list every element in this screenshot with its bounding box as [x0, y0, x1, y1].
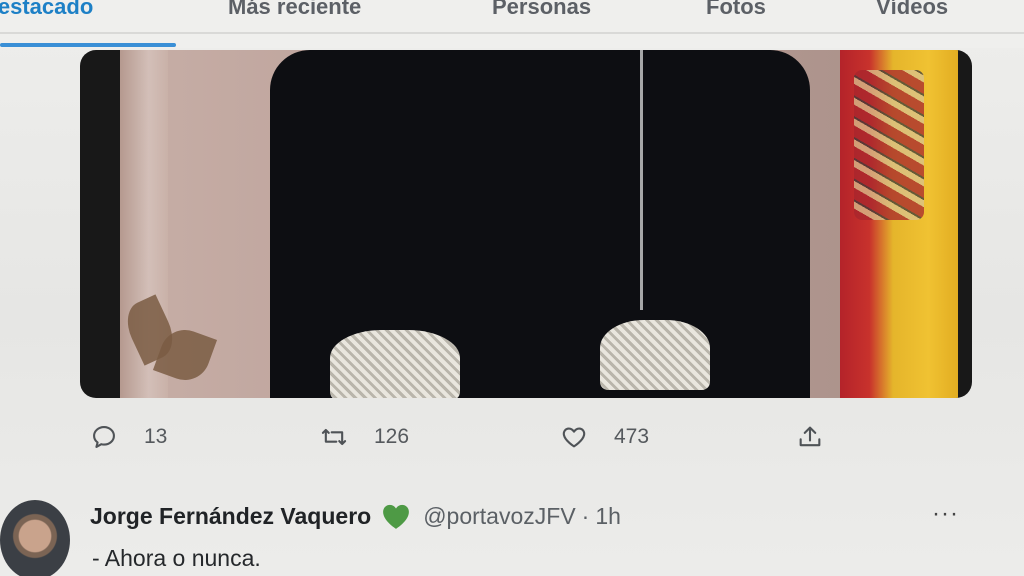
- tab-fotos[interactable]: Fotos: [706, 0, 766, 20]
- lace-cuff-right: [600, 320, 710, 390]
- search-tabs: Destacado Más reciente Personas Fotos Ví…: [0, 0, 1024, 48]
- like-count: 473: [614, 425, 650, 448]
- reply-count: 13: [144, 425, 168, 448]
- share-action[interactable]: [796, 422, 824, 452]
- retweet-count: 126: [374, 425, 410, 448]
- tweet-photo[interactable]: [80, 50, 972, 398]
- tweet-text: - Ahora o nunca.: [92, 545, 261, 571]
- green-heart-icon: [383, 504, 410, 529]
- spanish-flag: [840, 50, 958, 398]
- like-action[interactable]: 473: [560, 422, 649, 452]
- tab-videos[interactable]: Vídeos: [876, 0, 948, 20]
- tab-mas-reciente[interactable]: Más reciente: [228, 0, 361, 20]
- heart-icon: [562, 427, 586, 448]
- tweet-timestamp[interactable]: 1h: [595, 503, 621, 530]
- flag-coat-of-arms: [854, 70, 924, 220]
- author-avatar[interactable]: [0, 500, 70, 576]
- author-handle[interactable]: @portavozJFV: [423, 503, 575, 530]
- retweet-action[interactable]: 126: [320, 422, 409, 452]
- photo-content: [119, 50, 958, 398]
- twitter-search-results: Destacado Más reciente Personas Fotos Ví…: [0, 0, 1024, 576]
- reply-icon: [93, 426, 115, 448]
- more-options-icon[interactable]: ···: [932, 500, 959, 528]
- retweet-icon: [321, 428, 347, 446]
- tab-personas[interactable]: Personas: [492, 0, 591, 20]
- lace-cuff-left: [330, 330, 460, 398]
- black-robe: [270, 50, 810, 398]
- tab-destacado[interactable]: Destacado: [0, 0, 93, 20]
- tabs-divider: [0, 32, 1024, 34]
- tweet-author-line: Jorge Fernández Vaquero @portavozJFV · 1…: [90, 503, 621, 530]
- author-name[interactable]: Jorge Fernández Vaquero: [90, 503, 371, 530]
- meta-separator: ·: [581, 503, 590, 529]
- reply-action[interactable]: 13: [90, 422, 167, 452]
- robe-fold: [640, 50, 643, 310]
- share-icon: [799, 426, 821, 447]
- active-tab-indicator: [0, 43, 176, 47]
